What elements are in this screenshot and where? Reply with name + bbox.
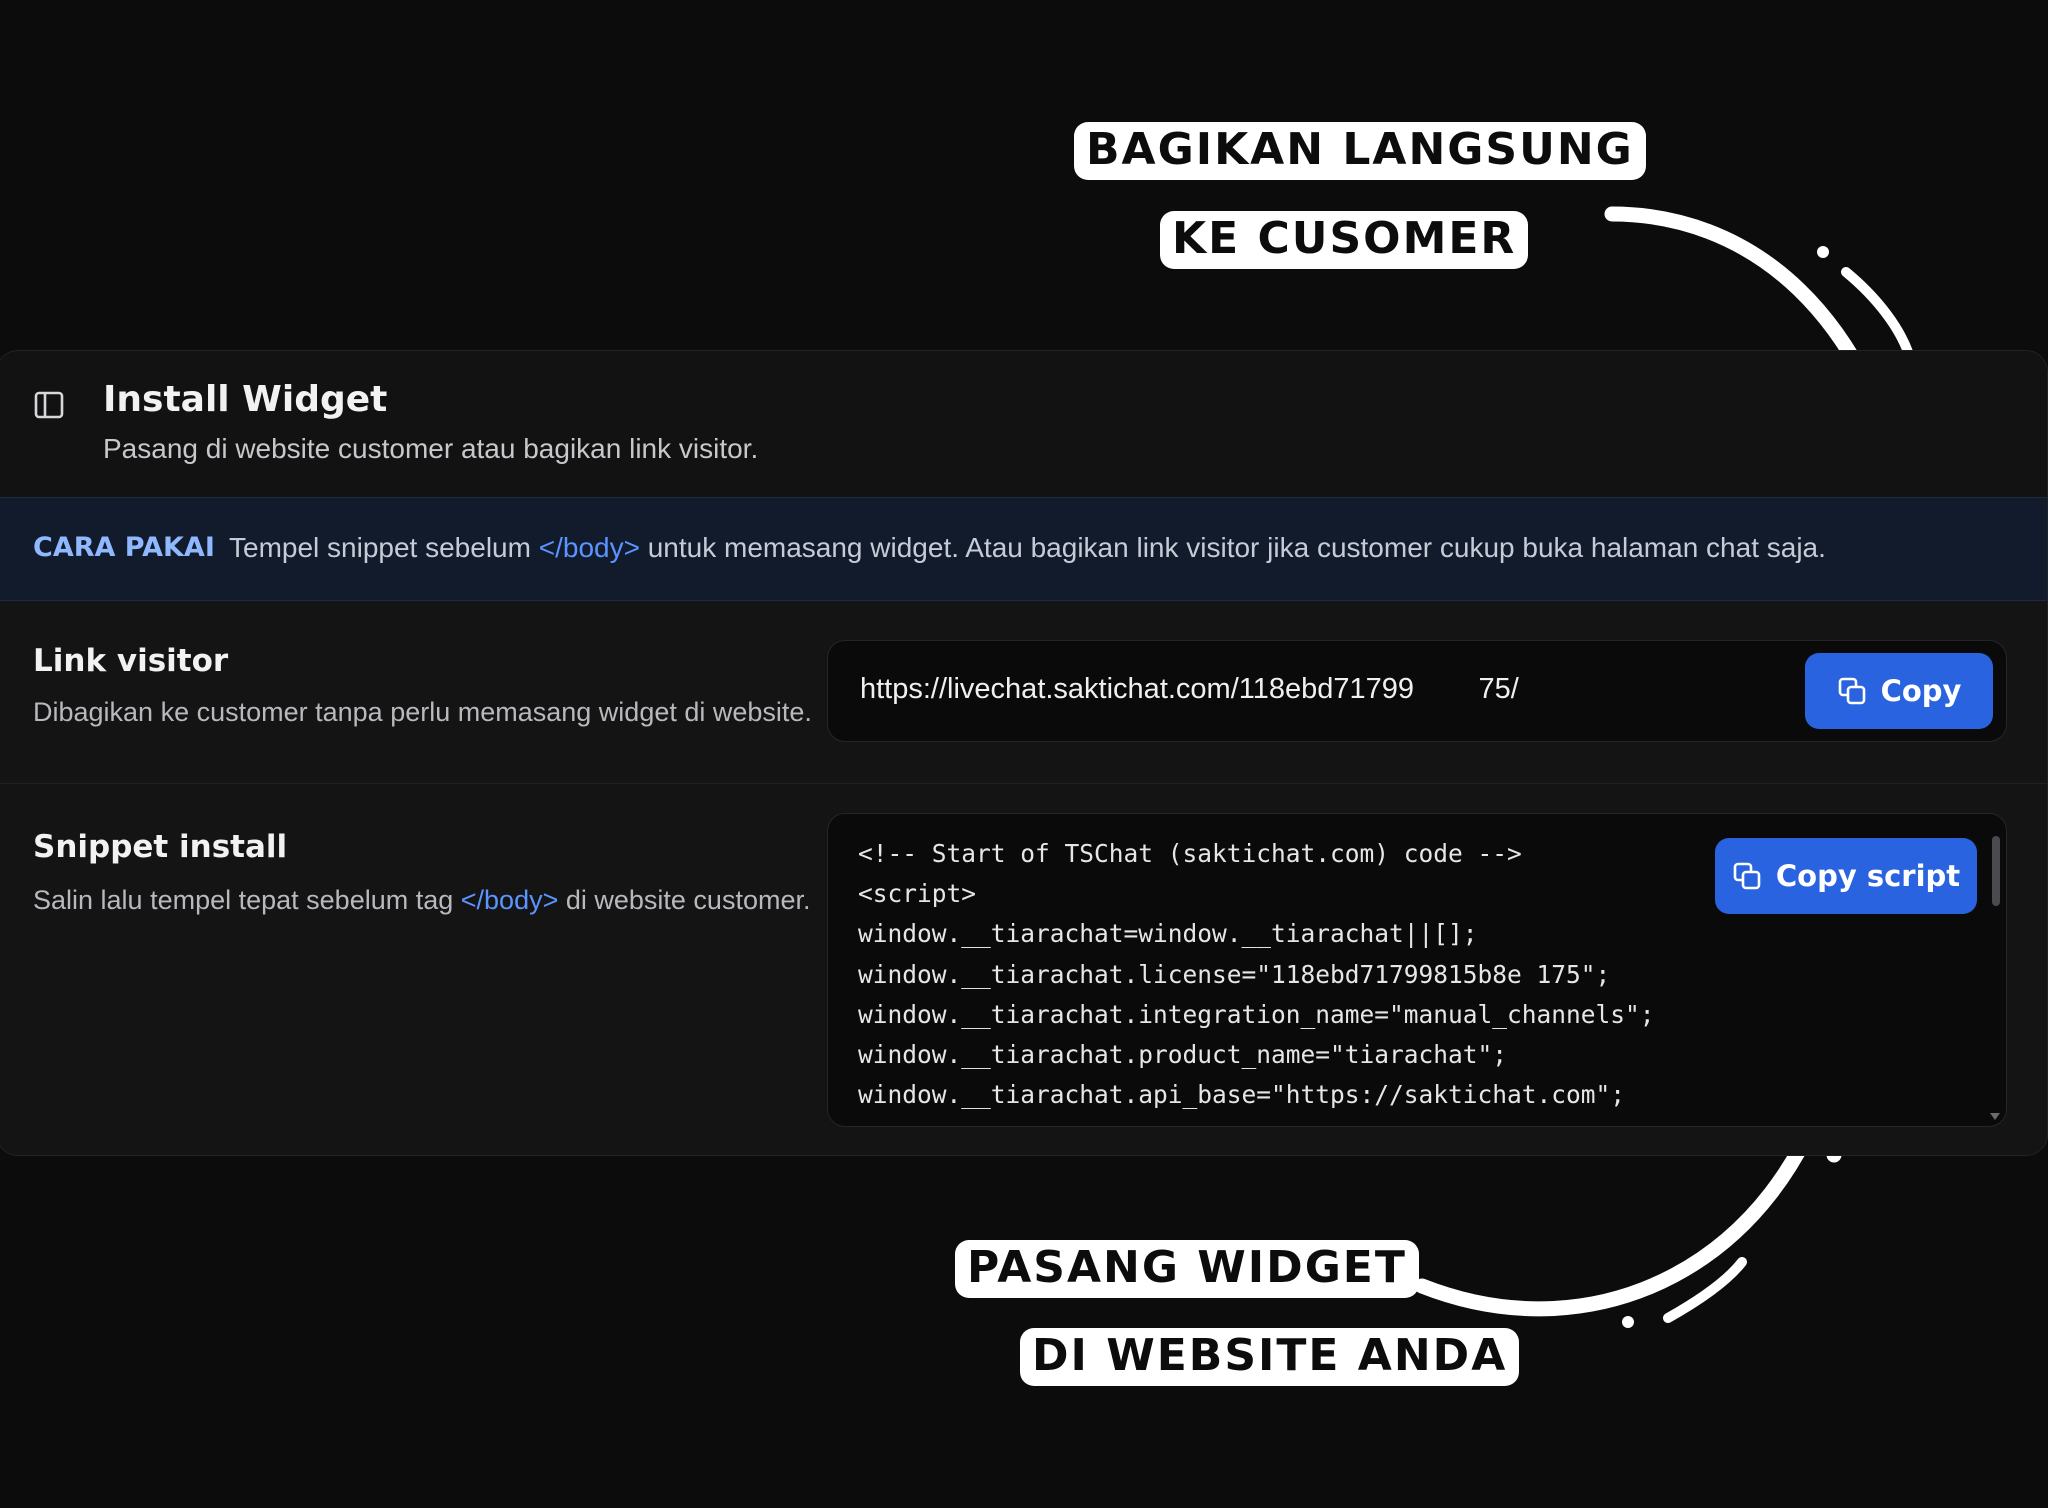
snippet-install-description: Salin lalu tempel tepat sebelum tag </bo…: [33, 885, 810, 916]
copy-script-label: Copy script: [1775, 859, 1961, 893]
scroll-down-icon[interactable]: [1990, 1113, 2000, 1120]
snippet-code-box[interactable]: <!-- Start of TSChat (saktichat.com) cod…: [827, 813, 2007, 1127]
install-widget-card: Install Widget Pasang di website custome…: [0, 350, 2048, 1156]
usage-info-bar: CARA PAKAI Tempel snippet sebelum </body…: [0, 497, 2047, 601]
snippet-scrollbar-thumb[interactable]: [1992, 836, 2000, 906]
copy-link-label: Copy: [1880, 674, 1962, 708]
callout-to-customer: KE CUSOMER: [1160, 211, 1529, 270]
snippet-desc-before: Salin lalu tempel tepat sebelum tag: [33, 885, 461, 915]
callout-install-widget: PASANG WIDGET: [955, 1240, 1419, 1299]
body-tag: </body>: [460, 885, 559, 915]
snippet-code[interactable]: <!-- Start of TSChat (saktichat.com) cod…: [858, 834, 1655, 1115]
usage-label: CARA PAKAI: [33, 532, 215, 563]
page-title: Install Widget: [103, 379, 388, 420]
copy-icon: [1838, 677, 1865, 705]
usage-text-before: Tempel snippet sebelum: [229, 532, 539, 563]
callout-on-your-website: DI WEBSITE ANDA: [1020, 1328, 1520, 1387]
body-tag: </body>: [538, 532, 640, 563]
page-subtitle: Pasang di website customer atau bagikan …: [103, 433, 759, 464]
link-visitor-url[interactable]: https://livechat.saktichat.com/118ebd717…: [860, 673, 1519, 706]
copy-icon: [1733, 862, 1761, 890]
row-divider: [0, 783, 2047, 784]
usage-text-after: untuk memasang widget. Atau bagikan link…: [639, 532, 1826, 563]
snippet-install-title: Snippet install: [33, 829, 288, 865]
link-visitor-field[interactable]: https://livechat.saktichat.com/118ebd717…: [827, 640, 2007, 742]
panel-icon: [34, 391, 64, 419]
link-visitor-description: Dibagikan ke customer tanpa perlu memasa…: [33, 697, 812, 727]
snippet-desc-after: di website customer.: [558, 885, 811, 915]
callout-share-directly: BAGIKAN LANGSUNG: [1074, 122, 1646, 181]
copy-script-button[interactable]: Copy script: [1715, 838, 1977, 914]
copy-link-button[interactable]: Copy: [1805, 653, 1993, 729]
usage-text: Tempel snippet sebelum </body> untuk mem…: [229, 532, 1826, 564]
card-header: Install Widget Pasang di website custome…: [0, 351, 2047, 497]
link-visitor-title: Link visitor: [33, 643, 229, 679]
